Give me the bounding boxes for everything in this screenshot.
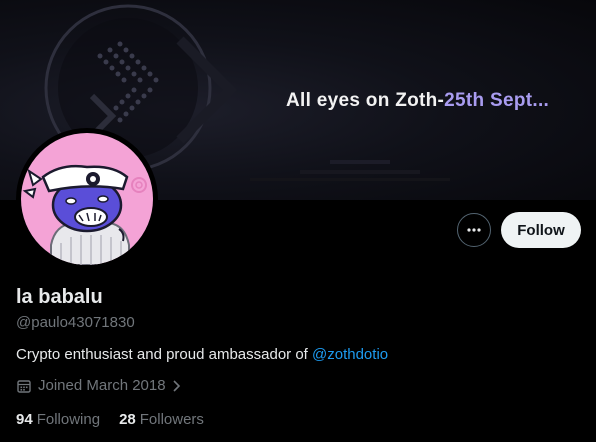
follow-button[interactable]: Follow [501, 212, 581, 248]
follow-stats: 94 Following 28 Followers [16, 411, 223, 428]
joined-date-row[interactable]: Joined March 2018 [16, 377, 182, 394]
avatar-image [21, 133, 153, 265]
following-count: 94 [16, 411, 33, 428]
more-options-button[interactable] [457, 213, 491, 247]
followers-count: 28 [119, 411, 136, 428]
following-link[interactable]: 94 Following [16, 411, 100, 428]
banner-headline-part1: All eyes on Zoth- [286, 90, 445, 111]
banner-headline: All eyes on Zoth-25th Sept... [286, 90, 549, 112]
following-label: Following [36, 411, 101, 428]
bio-text: Crypto enthusiast and proud ambassador o… [16, 346, 313, 363]
calendar-icon [16, 378, 32, 394]
joined-date-text: Joined March 2018 [38, 377, 166, 394]
profile-bio: Crypto enthusiast and proud ambassador o… [16, 346, 388, 363]
banner-headline-part2: 25th Sept... [444, 90, 550, 111]
profile-avatar[interactable] [16, 128, 158, 270]
followers-link[interactable]: 28 Followers [119, 411, 204, 428]
bio-mention-link[interactable]: @zothdotio [312, 346, 388, 363]
avatar-character-illustration [22, 164, 147, 265]
profile-handle: @paulo43071830 [16, 314, 135, 331]
profile-display-name: la babalu [16, 286, 103, 308]
followers-label: Followers [139, 411, 204, 428]
more-horizontal-icon [467, 228, 481, 232]
chevron-right-icon [170, 379, 182, 393]
